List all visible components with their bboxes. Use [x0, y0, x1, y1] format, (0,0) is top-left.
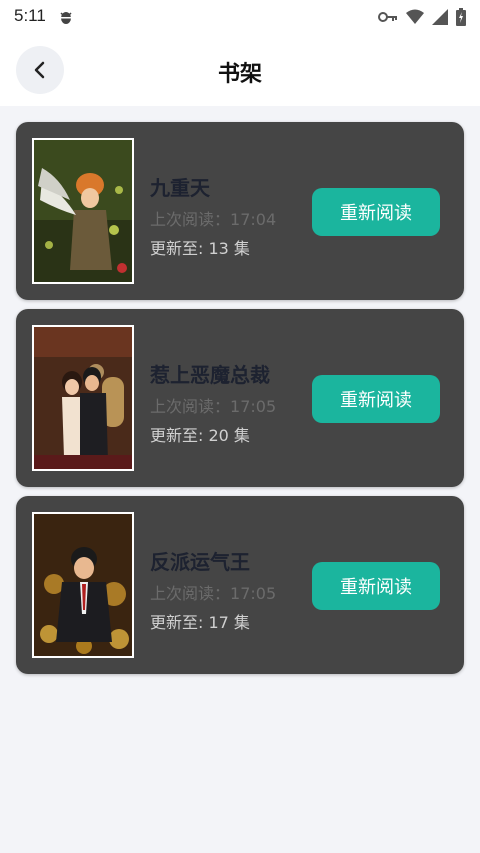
status-icons — [378, 7, 466, 27]
last-read-time: 上次阅读：17:05 — [150, 393, 276, 417]
book-card[interactable]: 惹上恶魔总裁 上次阅读：17:05 更新至: 20 集 重新阅读 — [16, 309, 464, 487]
last-read-value: 17:04 — [230, 210, 277, 229]
wifi-icon — [406, 9, 424, 24]
vpn-key-icon — [378, 12, 397, 22]
reread-button[interactable]: 重新阅读 — [312, 375, 440, 423]
last-read-value: 17:05 — [230, 397, 277, 416]
header: 书架 — [0, 34, 480, 106]
reread-button[interactable]: 重新阅读 — [312, 562, 440, 610]
last-read-label: 上次阅读： — [150, 210, 231, 229]
debug-bug-icon — [60, 12, 72, 24]
last-read-time: 上次阅读：17:04 — [150, 206, 276, 230]
last-read-value: 17:05 — [230, 584, 277, 603]
book-cover[interactable] — [32, 325, 134, 471]
reread-button[interactable]: 重新阅读 — [312, 188, 440, 236]
status-bar: 5:11 — [0, 0, 480, 34]
status-time: 5:11 — [14, 6, 46, 25]
bookshelf-list: 九重天 上次阅读：17:04 更新至: 13 集 重新阅读 惹上恶魔总裁 上次阅… — [16, 122, 464, 683]
last-read-label: 上次阅读： — [150, 397, 231, 416]
last-read-label: 上次阅读： — [150, 584, 231, 603]
cover-image-reshang-emo-zongcai — [34, 327, 132, 469]
signal-icon — [432, 9, 448, 25]
battery-icon — [456, 8, 466, 26]
page-title: 书架 — [217, 62, 262, 87]
book-cover[interactable] — [32, 512, 134, 658]
book-card[interactable]: 九重天 上次阅读：17:04 更新至: 13 集 重新阅读 — [16, 122, 464, 300]
updated-episodes: 更新至: 20 集 — [150, 426, 250, 445]
cover-image-jiuchongtian — [34, 140, 132, 282]
cover-image-fanpai-yunqiwang — [34, 514, 132, 656]
updated-episodes: 更新至: 13 集 — [150, 239, 250, 258]
last-read-time: 上次阅读：17:05 — [150, 580, 276, 604]
book-title: 九重天 — [150, 176, 210, 200]
book-title: 惹上恶魔总裁 — [150, 363, 270, 387]
book-card[interactable]: 反派运气王 上次阅读：17:05 更新至: 17 集 重新阅读 — [16, 496, 464, 674]
updated-episodes: 更新至: 17 集 — [150, 613, 250, 632]
book-cover[interactable] — [32, 138, 134, 284]
book-title: 反派运气王 — [150, 550, 250, 574]
